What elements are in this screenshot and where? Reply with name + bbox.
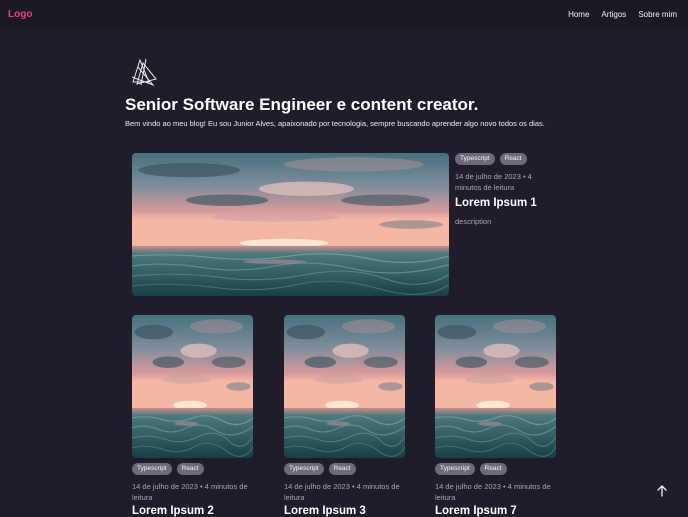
post-image[interactable] <box>435 315 556 458</box>
post-meta: 14 de julho de 2023 • 4 minutos de leitu… <box>132 481 248 503</box>
arrow-up-icon[interactable] <box>655 484 669 498</box>
nav-link-sobre-mim[interactable]: Sobre mim <box>638 10 677 19</box>
nav-links: Home Artigos Sobre mim <box>568 10 677 19</box>
post-image[interactable] <box>284 315 405 458</box>
meta-line: leitura <box>284 493 305 502</box>
featured-post-meta: 14 de julho de 2023 • 4 minutos de leitu… <box>455 171 532 193</box>
post-title[interactable]: Lorem Ipsum 2 <box>132 505 214 517</box>
tag-react[interactable]: React <box>499 153 527 165</box>
tag-react[interactable]: React <box>479 463 507 475</box>
post-tags: Typescript React <box>435 463 507 475</box>
meta-line: minutos de leitura <box>455 183 515 192</box>
tag-typescript[interactable]: Typescript <box>435 463 475 475</box>
top-navigation: Logo Home Artigos Sobre mim <box>0 0 688 30</box>
tag-react[interactable]: React <box>328 463 356 475</box>
nav-link-artigos[interactable]: Artigos <box>601 10 626 19</box>
triangle-logo-icon <box>131 58 157 87</box>
tag-typescript[interactable]: Typescript <box>132 463 172 475</box>
post-image[interactable] <box>132 315 253 458</box>
site-logo[interactable]: Logo <box>8 9 32 20</box>
meta-line: leitura <box>132 493 153 502</box>
meta-line: 14 de julho de 2023 • 4 minutos de <box>284 482 400 491</box>
post-meta: 14 de julho de 2023 • 4 minutos de leitu… <box>284 481 400 503</box>
nav-link-home[interactable]: Home <box>568 10 589 19</box>
featured-post-image[interactable] <box>132 153 449 296</box>
meta-line: leitura <box>435 493 456 502</box>
tag-typescript[interactable]: Typescript <box>455 153 495 165</box>
meta-line: 14 de julho de 2023 • 4 minutos de <box>132 482 248 491</box>
post-title[interactable]: Lorem Ipsum 7 <box>435 505 517 517</box>
post-tags: Typescript React <box>132 463 204 475</box>
featured-post-description: description <box>455 217 492 226</box>
featured-post-title[interactable]: Lorem Ipsum 1 <box>455 197 537 209</box>
hero-title: Senior Software Engineer e content creat… <box>125 95 479 114</box>
hero-intro: Bem vindo ao meu blog! Eu sou Junior Alv… <box>125 119 545 128</box>
meta-line: 14 de julho de 2023 • 4 minutos de <box>435 482 551 491</box>
tag-react[interactable]: React <box>176 463 204 475</box>
post-title[interactable]: Lorem Ipsum 3 <box>284 505 366 517</box>
post-tags: Typescript React <box>284 463 356 475</box>
meta-line: 14 de julho de 2023 • 4 <box>455 172 532 181</box>
post-meta: 14 de julho de 2023 • 4 minutos de leitu… <box>435 481 551 503</box>
tag-typescript[interactable]: Typescript <box>284 463 324 475</box>
featured-post-tags: Typescript React <box>455 153 527 165</box>
